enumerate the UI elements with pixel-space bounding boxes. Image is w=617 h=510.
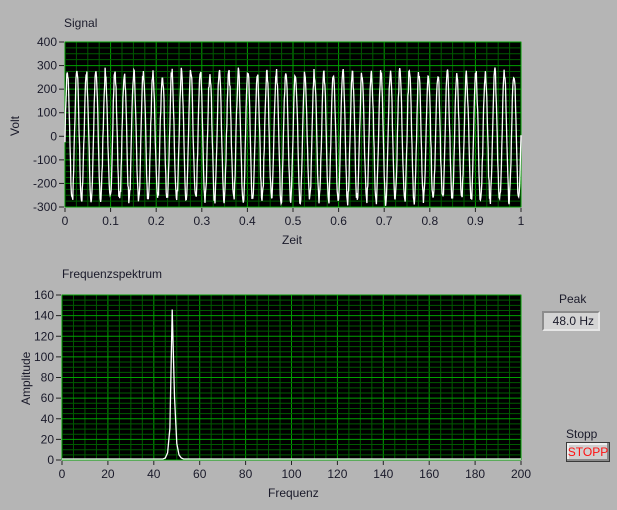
x-tick-label: 1	[518, 214, 525, 228]
y-tick-label: 400	[37, 35, 57, 49]
y-tick-label: -100	[33, 153, 57, 167]
x-tick-label: 0.1	[102, 214, 119, 228]
front-panel-graphics: 0 0.1 0.2 0.3 0.4 0.5 0.6 0.7 0.8 0.9 1 -300 -200 -10…	[33, 35, 531, 481]
y-tick-label: -200	[33, 176, 57, 190]
y-tick-label: 0	[47, 453, 54, 467]
x-tick-label: 120	[327, 467, 347, 481]
x-tick-label: 0	[59, 467, 66, 481]
y-tick-label: 300	[37, 59, 57, 73]
x-tick-label: 40	[147, 467, 161, 481]
y-tick-label: 20	[41, 432, 55, 446]
x-tick-label: 0.4	[239, 214, 256, 228]
y-tick-label: 0	[50, 129, 57, 143]
x-tick-label: 0.6	[330, 214, 347, 228]
y-tick-label: 100	[37, 106, 57, 120]
peak-indicator: 48.0 Hz	[542, 311, 600, 331]
y-tick-label: 200	[37, 82, 57, 96]
signal-y-label: Volt	[8, 115, 22, 136]
x-tick-label: 0.2	[148, 214, 165, 228]
stop-button[interactable]: STOPP	[566, 442, 610, 462]
x-tick-label: 0	[62, 214, 69, 228]
y-tick-label: 100	[34, 350, 54, 364]
stop-label: Stopp	[566, 427, 598, 441]
y-tick-label: -300	[33, 200, 57, 214]
x-tick-label: 100	[281, 467, 301, 481]
peak-label: Peak	[559, 292, 587, 306]
x-tick-label: 0.5	[285, 214, 302, 228]
signal-graph-title: Signal	[64, 16, 98, 30]
x-tick-label: 0.3	[193, 214, 210, 228]
y-tick-label: 60	[41, 391, 55, 405]
y-tick-label: 140	[34, 309, 54, 323]
x-tick-label: 160	[419, 467, 439, 481]
x-tick-label: 200	[511, 467, 531, 481]
x-tick-label: 0.8	[421, 214, 438, 228]
spectrum-x-label: Frequenz	[268, 486, 319, 500]
spectrum-graph-title: Frequenzspektrum	[62, 267, 163, 281]
x-tick-label: 140	[373, 467, 393, 481]
signal-x-label: Zeit	[282, 233, 303, 247]
x-tick-label: 60	[193, 467, 207, 481]
y-tick-label: 160	[34, 288, 54, 302]
x-tick-label: 80	[239, 467, 253, 481]
x-tick-label: 0.9	[467, 214, 484, 228]
x-tick-label: 20	[101, 467, 115, 481]
y-tick-label: 80	[41, 371, 55, 385]
y-tick-label: 40	[41, 412, 55, 426]
spectrum-y-label: Amplitude	[19, 351, 33, 405]
x-tick-label: 180	[465, 467, 485, 481]
y-tick-label: 120	[34, 329, 54, 343]
x-tick-label: 0.7	[376, 214, 393, 228]
